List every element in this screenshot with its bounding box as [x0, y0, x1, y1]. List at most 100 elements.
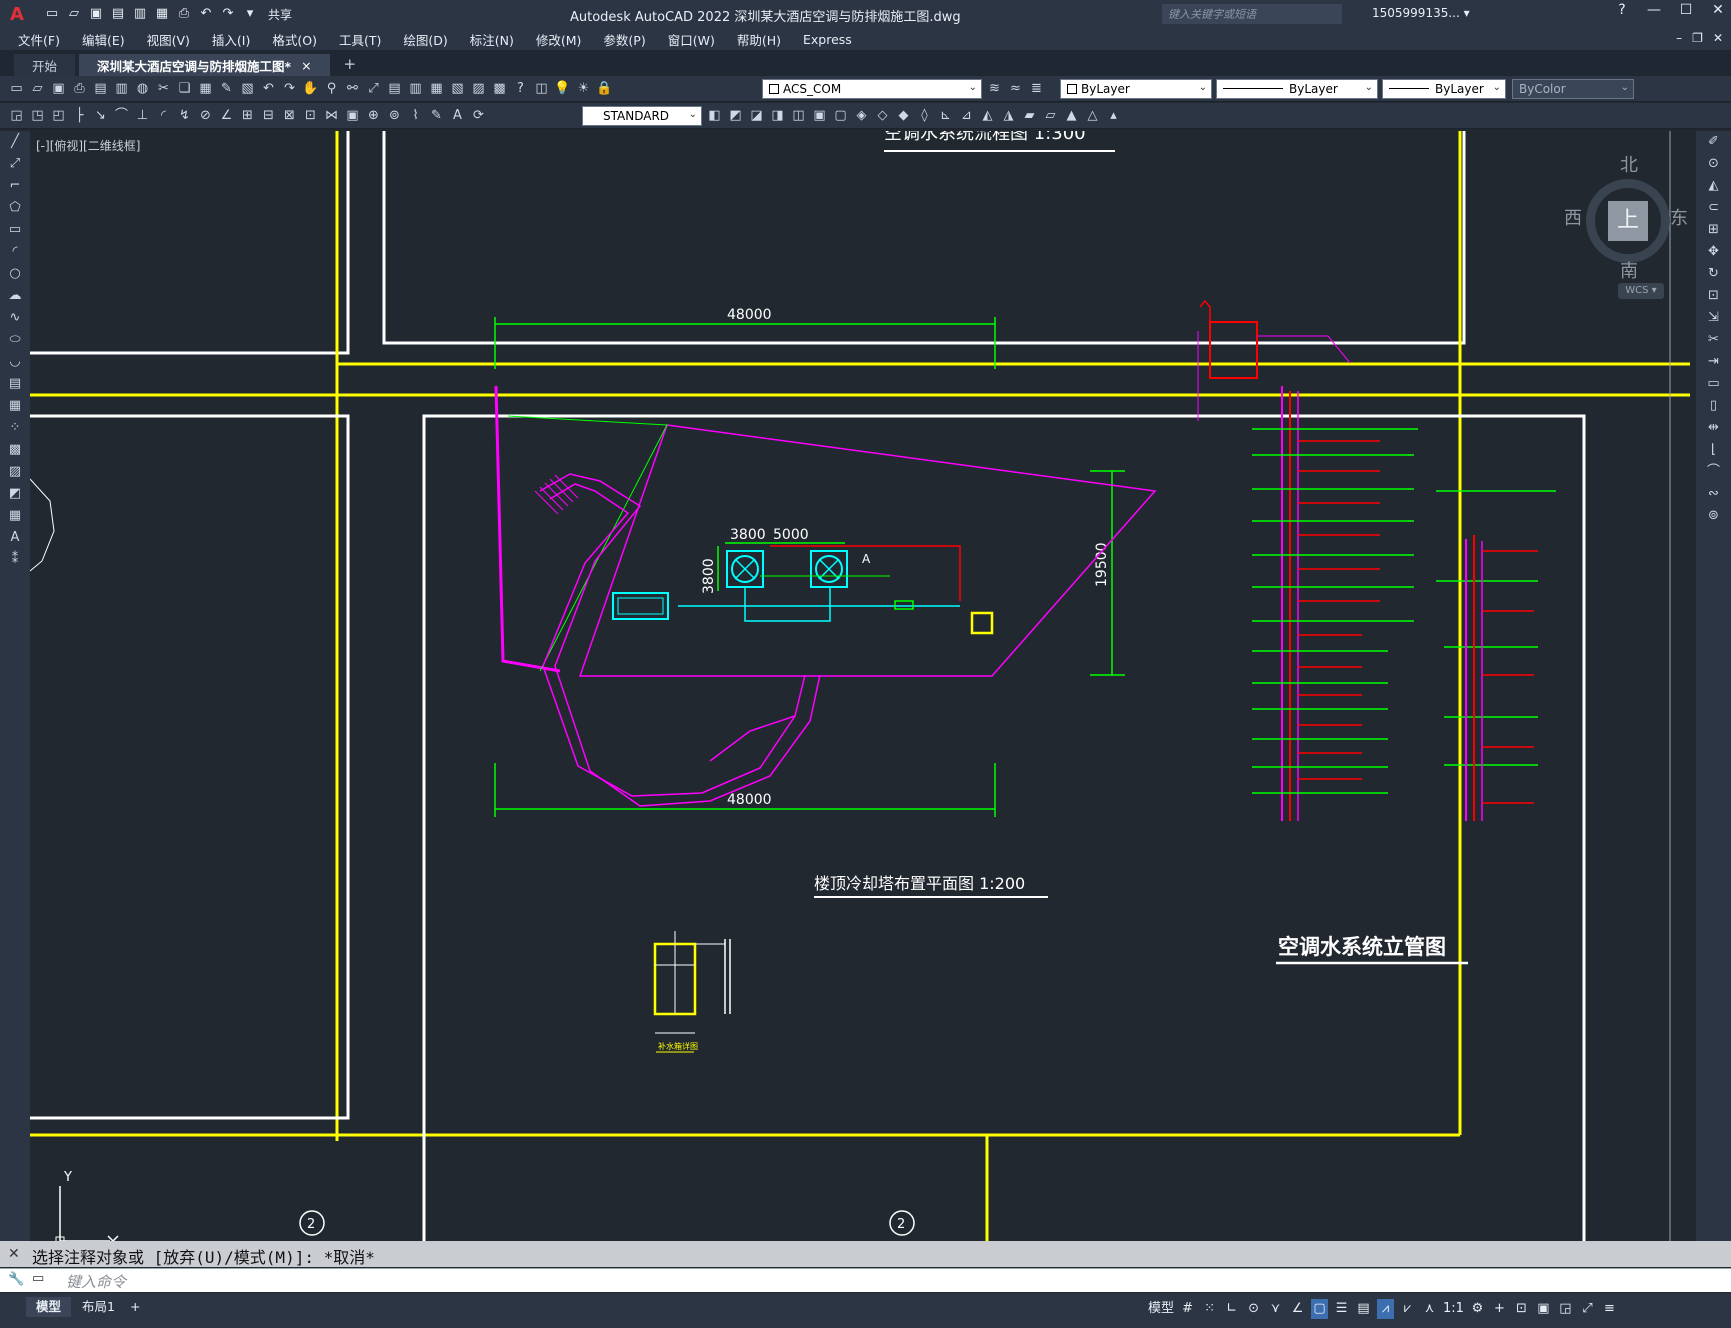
- layer-freeze-icon[interactable]: ☀: [575, 80, 592, 97]
- match-prop-icon[interactable]: ✎: [218, 80, 235, 97]
- share-button[interactable]: 共享: [268, 6, 292, 23]
- qnew-icon[interactable]: ▭: [8, 80, 25, 97]
- dim-jogged-icon[interactable]: ↯: [176, 107, 193, 124]
- break-icon[interactable]: ▯: [1696, 395, 1731, 417]
- color-combo[interactable]: ByLayer ⌄: [1060, 79, 1212, 99]
- publish-icon[interactable]: ▥: [113, 80, 130, 97]
- auto-scale-icon[interactable]: ⩗: [1399, 1299, 1416, 1319]
- copy-icon[interactable]: ❏: [176, 80, 193, 97]
- dim-arc-icon[interactable]: ⌒: [113, 107, 130, 124]
- ucs-face-icon[interactable]: ◮: [1000, 107, 1017, 124]
- ortho-icon[interactable]: ∟: [1223, 1299, 1240, 1319]
- minimize-icon[interactable]: —: [1647, 2, 1661, 18]
- menu-window[interactable]: 窗口(W): [668, 30, 715, 49]
- snap-icon[interactable]: ⁙: [1201, 1299, 1218, 1319]
- explode-icon[interactable]: ⊚: [1696, 505, 1731, 527]
- region-icon[interactable]: ◩: [0, 483, 30, 505]
- web-open-icon[interactable]: ▥: [132, 6, 148, 22]
- menu-tools[interactable]: 工具(T): [339, 30, 381, 49]
- dim-edit-icon[interactable]: ✎: [428, 107, 445, 124]
- drawing-canvas[interactable]: 空调水系统流程图 1:300 48000 48000 19500 3800 50…: [30, 131, 1696, 1241]
- plot-icon[interactable]: ⎙: [176, 6, 192, 22]
- help-icon[interactable]: ?: [512, 80, 529, 97]
- zoom-window-icon[interactable]: ⚯: [344, 80, 361, 97]
- layer-lock-icon[interactable]: 🔒: [596, 80, 613, 97]
- dim-space-icon[interactable]: ⊡: [302, 107, 319, 124]
- block-icon[interactable]: ◳: [29, 107, 46, 124]
- dimstyle-icon[interactable]: ◧: [706, 107, 723, 124]
- hatch-icon[interactable]: ▩: [0, 439, 30, 461]
- spline-icon[interactable]: ∿: [0, 307, 30, 329]
- customize-qa-icon[interactable]: ▾: [242, 6, 258, 22]
- lineweight-icon[interactable]: ☰: [1333, 1299, 1350, 1319]
- table-icon[interactable]: ▦: [0, 505, 30, 527]
- fillet-icon[interactable]: ⌒: [1696, 461, 1731, 483]
- ucs-zaxis-icon[interactable]: △: [1084, 107, 1101, 124]
- new-icon[interactable]: ▭: [44, 6, 60, 22]
- polygon-icon[interactable]: ⬠: [0, 197, 30, 219]
- ucs-previous-icon[interactable]: ◭: [979, 107, 996, 124]
- ucs-world-icon[interactable]: ⊿: [958, 107, 975, 124]
- arc-icon[interactable]: ◜: [0, 241, 30, 263]
- array-icon[interactable]: ⊞: [1696, 219, 1731, 241]
- annotation-scale-value[interactable]: 1:1: [1443, 1299, 1464, 1319]
- preview-icon[interactable]: ▤: [92, 80, 109, 97]
- plot-icon[interactable]: ⎙: [71, 80, 88, 97]
- wcs-menu[interactable]: WCS ▾: [1618, 283, 1664, 299]
- tab-close-icon[interactable]: ×: [301, 58, 311, 73]
- mtext-icon[interactable]: A: [0, 527, 30, 549]
- dim-break-icon[interactable]: ⋈: [323, 107, 340, 124]
- close-cmd-icon[interactable]: ✕: [8, 1246, 20, 1262]
- tab-model[interactable]: 模型: [26, 1297, 72, 1317]
- point-icon[interactable]: ⁘: [0, 417, 30, 439]
- clean-screen-icon[interactable]: ⤢: [1579, 1299, 1596, 1319]
- mirror-icon[interactable]: ◭: [1696, 175, 1731, 197]
- annotation-visibility-icon[interactable]: ⩘: [1377, 1299, 1395, 1319]
- chamfer-icon[interactable]: ⌊: [1696, 439, 1731, 461]
- inspect-icon[interactable]: ⊚: [386, 107, 403, 124]
- undo-icon[interactable]: ↶: [198, 6, 214, 22]
- view-right-icon[interactable]: ◫: [790, 107, 807, 124]
- dim-diameter-icon[interactable]: ⊘: [197, 107, 214, 124]
- quick-properties-icon[interactable]: ▣: [1535, 1299, 1552, 1319]
- lineweight-combo[interactable]: ByLayer ⌄: [1382, 79, 1506, 99]
- break-point-icon[interactable]: ▭: [1696, 373, 1731, 395]
- dim-ordinate-icon[interactable]: ⊥: [134, 107, 151, 124]
- quick-dim-icon[interactable]: ⊞: [239, 107, 256, 124]
- close-icon[interactable]: ✕: [1711, 2, 1725, 18]
- circle-icon[interactable]: ○: [0, 263, 30, 285]
- line-icon[interactable]: ╱: [0, 131, 30, 153]
- menu-help[interactable]: 帮助(H): [737, 30, 781, 49]
- paste-icon[interactable]: ▦: [197, 80, 214, 97]
- object-snap-tracking-icon[interactable]: ∠: [1289, 1299, 1306, 1319]
- view-left-icon[interactable]: ◨: [769, 107, 786, 124]
- pan-icon[interactable]: ✋: [302, 80, 319, 97]
- design-center-icon[interactable]: ▥: [407, 80, 424, 97]
- make-current-icon[interactable]: ≋: [986, 80, 1003, 97]
- doc-close-icon[interactable]: ✕: [1713, 31, 1723, 45]
- join-icon[interactable]: ⇹: [1696, 417, 1731, 439]
- menu-edit[interactable]: 编辑(E): [82, 30, 125, 49]
- menu-dimension[interactable]: 标注(N): [470, 30, 514, 49]
- menu-format[interactable]: 格式(O): [272, 30, 317, 49]
- recent-commands-icon[interactable]: ▭: [32, 1271, 44, 1286]
- trim-icon[interactable]: ✂: [1696, 329, 1731, 351]
- ucs-view-icon[interactable]: ▱: [1042, 107, 1059, 124]
- insert-block-icon[interactable]: ▤: [0, 373, 30, 395]
- autocad-logo-icon[interactable]: A: [6, 3, 28, 25]
- markup-icon[interactable]: ▨: [470, 80, 487, 97]
- extend-icon[interactable]: ⇥: [1696, 351, 1731, 373]
- ucs-3point-icon[interactable]: ▴: [1105, 107, 1122, 124]
- viewport-controls[interactable]: [-][俯视][二维线框]: [36, 137, 140, 154]
- iso-sw-icon[interactable]: ◈: [853, 107, 870, 124]
- dimstyle-combo[interactable]: STANDARD ⌄: [582, 106, 702, 126]
- revcloud-icon[interactable]: ☁: [0, 285, 30, 307]
- view-back-icon[interactable]: ◪: [748, 107, 765, 124]
- layer-previous-icon[interactable]: ≈: [1007, 80, 1024, 97]
- layer-match-icon[interactable]: ≣: [1028, 80, 1045, 97]
- sheet-set-icon[interactable]: ▧: [449, 80, 466, 97]
- jogged-linear-icon[interactable]: ⌇: [407, 107, 424, 124]
- cut-icon[interactable]: ✂: [155, 80, 172, 97]
- linetype-combo[interactable]: ByLayer ⌄: [1216, 79, 1378, 99]
- erase-icon[interactable]: ✐: [1696, 131, 1731, 153]
